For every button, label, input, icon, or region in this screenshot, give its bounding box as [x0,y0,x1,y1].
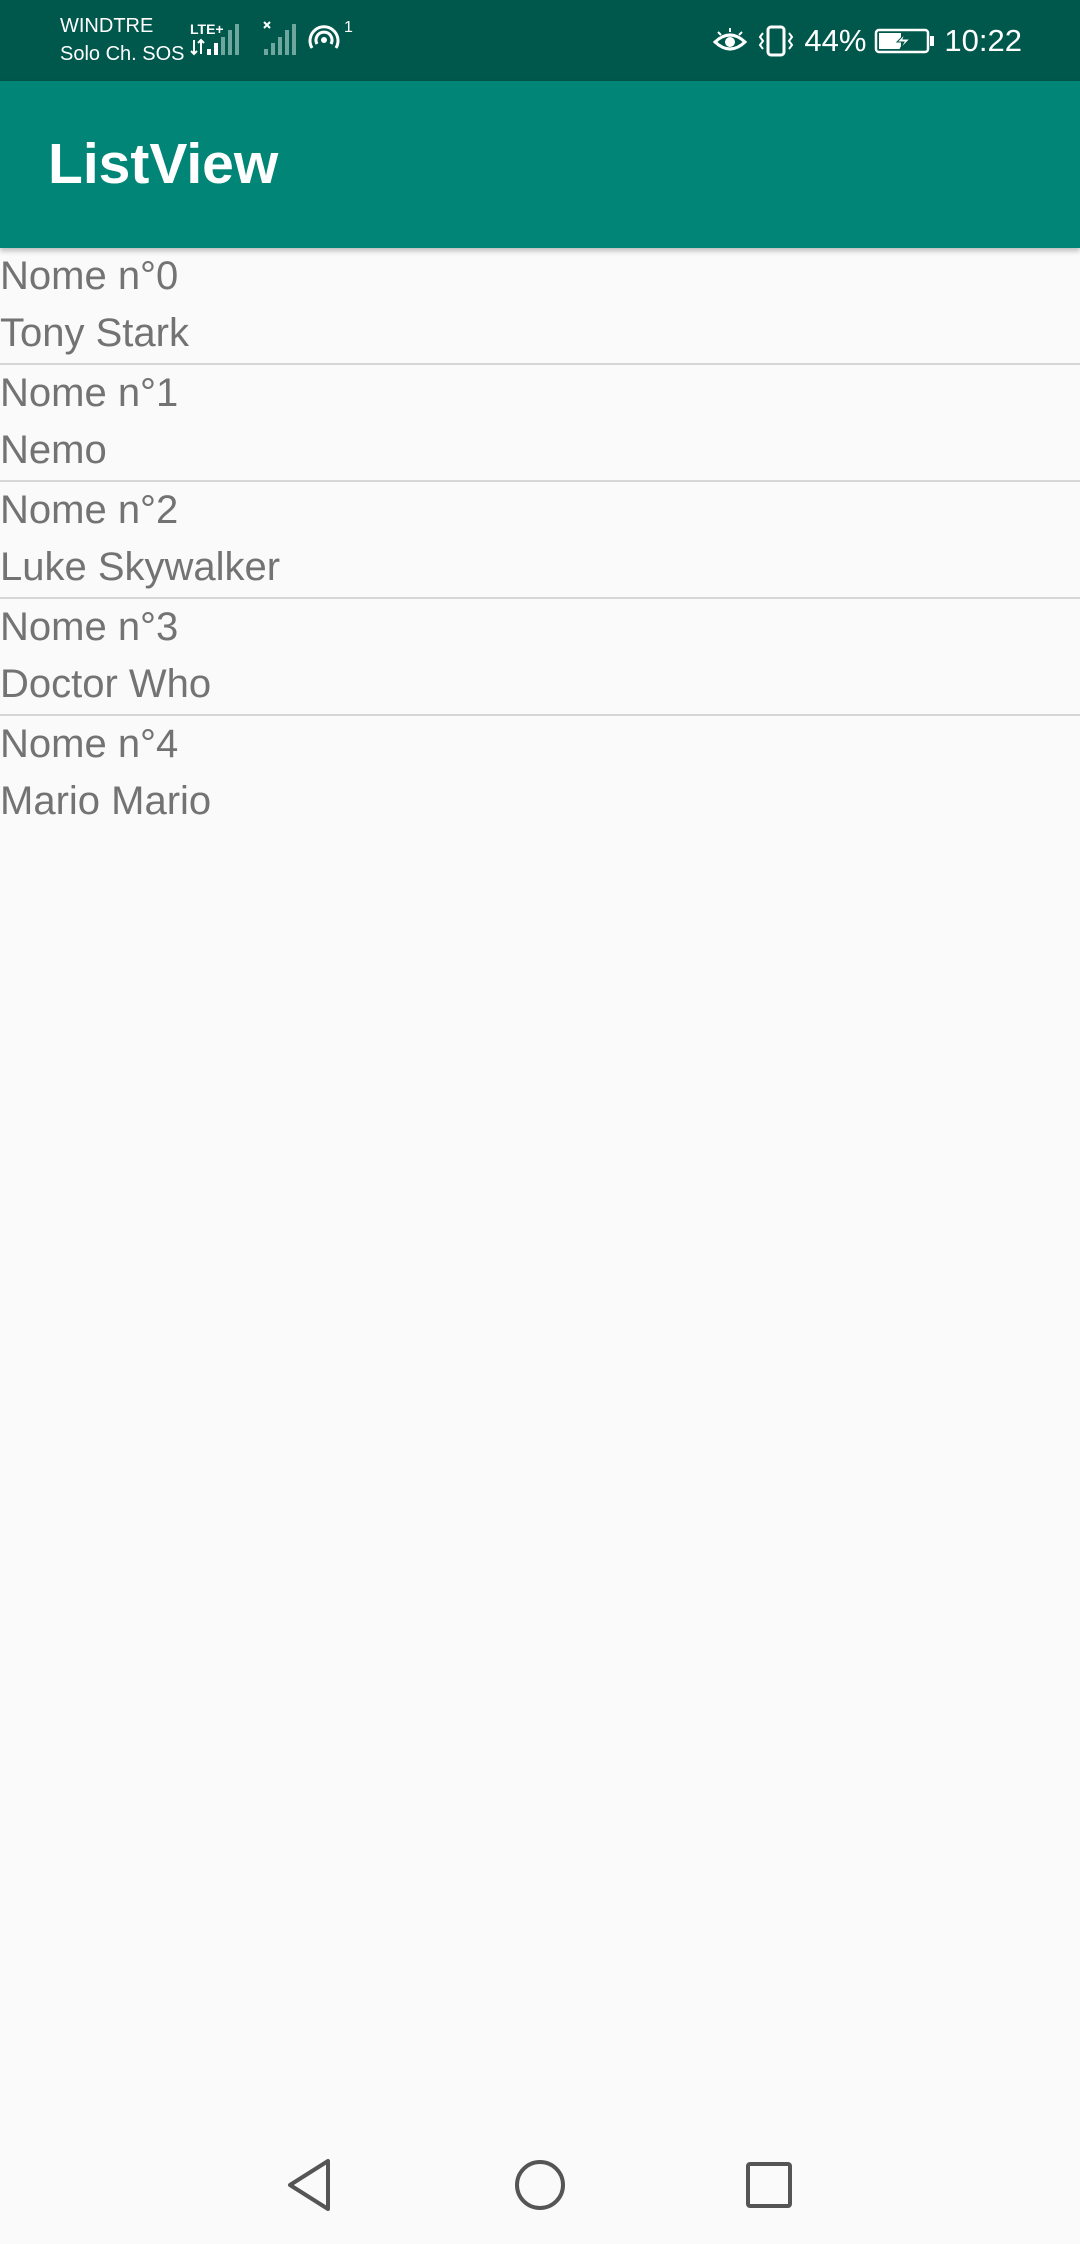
list-item[interactable]: Nome n°3 Doctor Who [0,599,1080,716]
home-icon [512,2157,568,2218]
recents-icon [743,2159,795,2216]
carrier-name: WINDTRE [60,15,154,37]
list-item-subtitle: Luke Skywalker [0,545,281,589]
list-item[interactable]: Nome n°2 Luke Skywalker [0,482,1080,599]
list-item-title: Nome n°4 [0,722,179,766]
list-item-subtitle: Nemo [0,428,107,472]
status-bar: WINDTRE Solo Ch. SOS LTE+ 1 44% 10:22 [0,0,1080,81]
back-icon [284,2157,336,2218]
screen: WINDTRE Solo Ch. SOS LTE+ 1 44% 10:22 Li… [0,0,1080,2244]
app-title: ListView [48,132,279,196]
signal-icon: LTE+ [190,20,256,60]
carrier-info: WINDTRE Solo Ch. SOS [60,12,185,68]
navigation-bar [0,2130,1080,2244]
list-item-subtitle: Mario Mario [0,779,212,823]
list-item-title: Nome n°0 [0,254,179,298]
carrier-status: Solo Ch. SOS [60,43,185,65]
list-item[interactable]: Nome n°0 Tony Stark [0,248,1080,365]
back-button[interactable] [275,2152,345,2222]
clock: 10:22 [944,22,1022,58]
battery-percent: 44% [804,22,867,58]
list-item-title: Nome n°3 [0,605,179,649]
status-right: 44% 10:22 [712,0,1022,81]
vibrate-icon [756,25,796,57]
list-item[interactable]: Nome n°4 Mario Mario [0,716,1080,831]
app-bar: ListView [0,81,1080,248]
no-signal-icon [262,20,300,60]
recents-button[interactable] [734,2152,804,2222]
battery-charging-icon [874,27,936,55]
list-item[interactable]: Nome n°1 Nemo [0,365,1080,482]
hotspot-count: 1 [344,20,353,36]
list-item-title: Nome n°1 [0,371,179,415]
eye-comfort-icon [712,26,748,56]
home-button[interactable] [505,2152,575,2222]
network-type-label: LTE+ [190,21,224,37]
list-view[interactable]: Nome n°0 Tony Stark Nome n°1 Nemo Nome n… [0,248,1080,831]
list-item-title: Nome n°2 [0,488,179,532]
list-item-subtitle: Tony Stark [0,311,189,355]
hotspot-icon: 1 [306,20,356,60]
list-item-subtitle: Doctor Who [0,662,212,706]
